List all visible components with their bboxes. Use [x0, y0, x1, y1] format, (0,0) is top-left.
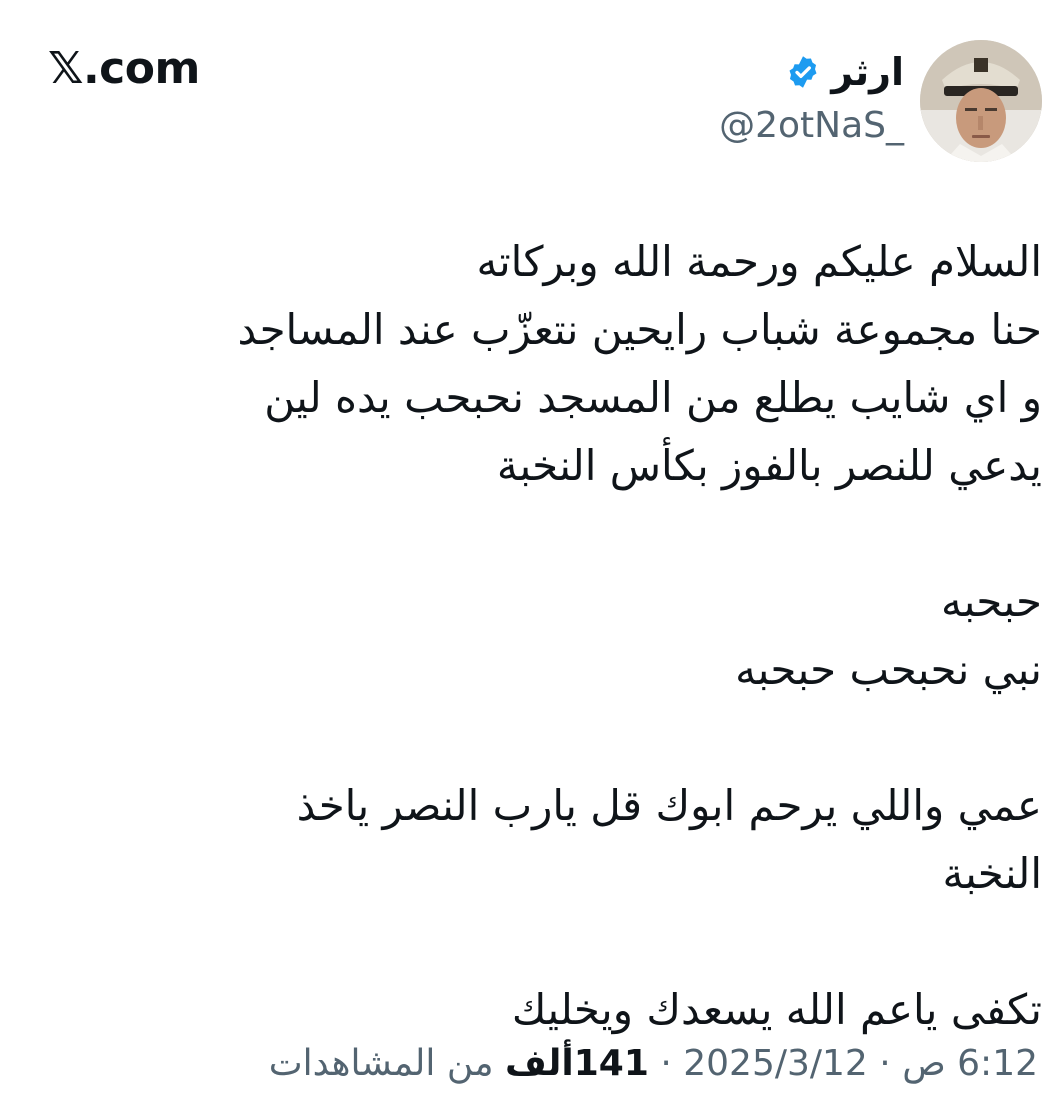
- tweet-line: نبي نحبحب حبحبه: [735, 645, 1042, 694]
- author-block: ارثر @2otNaS_: [719, 48, 904, 148]
- tweet-time[interactable]: 6:12 ص: [902, 1043, 1038, 1084]
- avatar[interactable]: [920, 40, 1042, 162]
- views-count[interactable]: 141ألف: [505, 1043, 649, 1084]
- meta-separator: ·: [660, 1043, 672, 1084]
- tweet-meta: 6:12 ص · 2025/3/12 · 141ألف من المشاهدات: [269, 1040, 1038, 1088]
- meta-separator: ·: [879, 1043, 891, 1084]
- tweet-text: السلام عليكم ورحمة الله وبركاته حنا مجمو…: [142, 228, 1042, 1044]
- tweet-line: السلام عليكم ورحمة الله وبركاته: [476, 237, 1042, 286]
- x-logo[interactable]: 𝕏.com: [48, 44, 200, 94]
- verified-badge-icon: [785, 54, 821, 90]
- author-handle[interactable]: @2otNaS_: [719, 104, 904, 148]
- tweet-line: عمي واللي يرحم ابوك قل يارب النصر ياخذ: [296, 781, 1042, 830]
- tweet-date[interactable]: 2025/3/12: [683, 1043, 868, 1084]
- tweet-line: تكفى ياعم الله يسعدك ويخليك: [511, 985, 1042, 1034]
- tweet-line: حنا مجموعة شباب رايحين نتعزّب عند المساج…: [237, 305, 1042, 354]
- name-row: ارثر: [719, 48, 904, 96]
- author-display-name[interactable]: ارثر: [831, 48, 904, 96]
- tweet-line: حبحبه: [941, 577, 1042, 626]
- tweet-line: و اي شايب يطلع من المسجد نحبحب يده لين: [264, 373, 1042, 422]
- views-label: من المشاهدات: [268, 1043, 494, 1084]
- tweet-line: يدعي للنصر بالفوز بكأس النخبة: [496, 441, 1042, 490]
- tweet-line: النخبة: [942, 849, 1042, 898]
- avatar-image: [920, 40, 1042, 162]
- tweet-screenshot: 𝕏.com ارثر @2otNaS_ السلام عليكم ورحمة ا…: [0, 0, 1064, 1111]
